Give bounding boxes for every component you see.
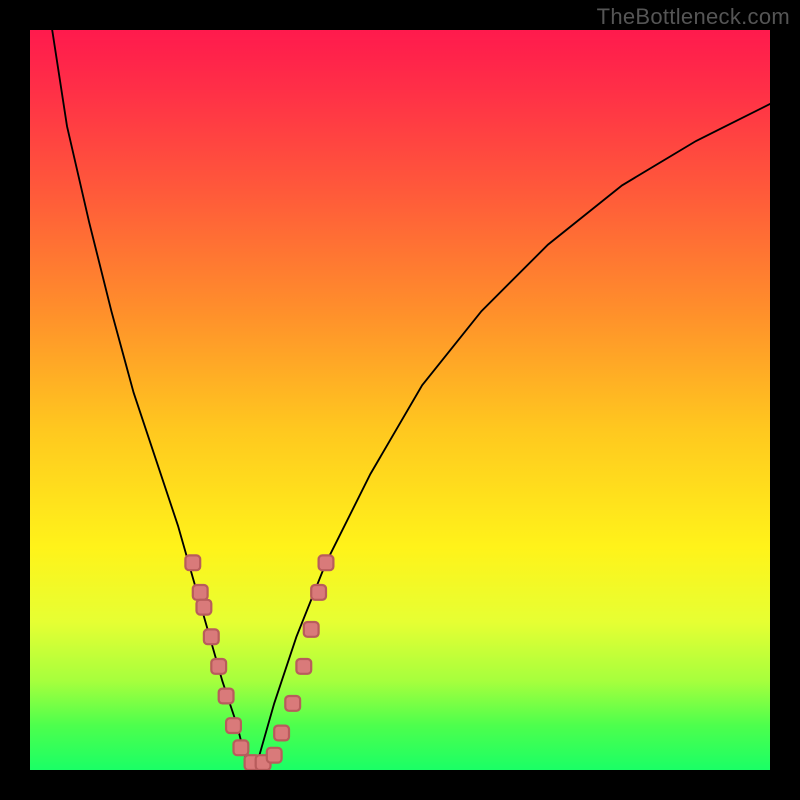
data-marker: [197, 600, 212, 615]
data-marker: [296, 659, 311, 674]
chart-frame: TheBottleneck.com: [0, 0, 800, 800]
data-marker: [304, 622, 319, 637]
curve-right: [252, 104, 770, 770]
data-marker: [234, 740, 249, 755]
watermark-text: TheBottleneck.com: [597, 4, 790, 30]
data-marker: [185, 555, 200, 570]
data-marker: [193, 585, 208, 600]
data-marker: [211, 659, 226, 674]
chart-svg: [30, 30, 770, 770]
data-marker: [204, 629, 219, 644]
data-marker: [226, 718, 241, 733]
data-marker: [311, 585, 326, 600]
data-marker: [267, 748, 282, 763]
plot-area: [30, 30, 770, 770]
data-markers: [185, 555, 333, 770]
data-marker: [219, 689, 234, 704]
data-marker: [319, 555, 334, 570]
data-marker: [274, 726, 289, 741]
data-marker: [285, 696, 300, 711]
